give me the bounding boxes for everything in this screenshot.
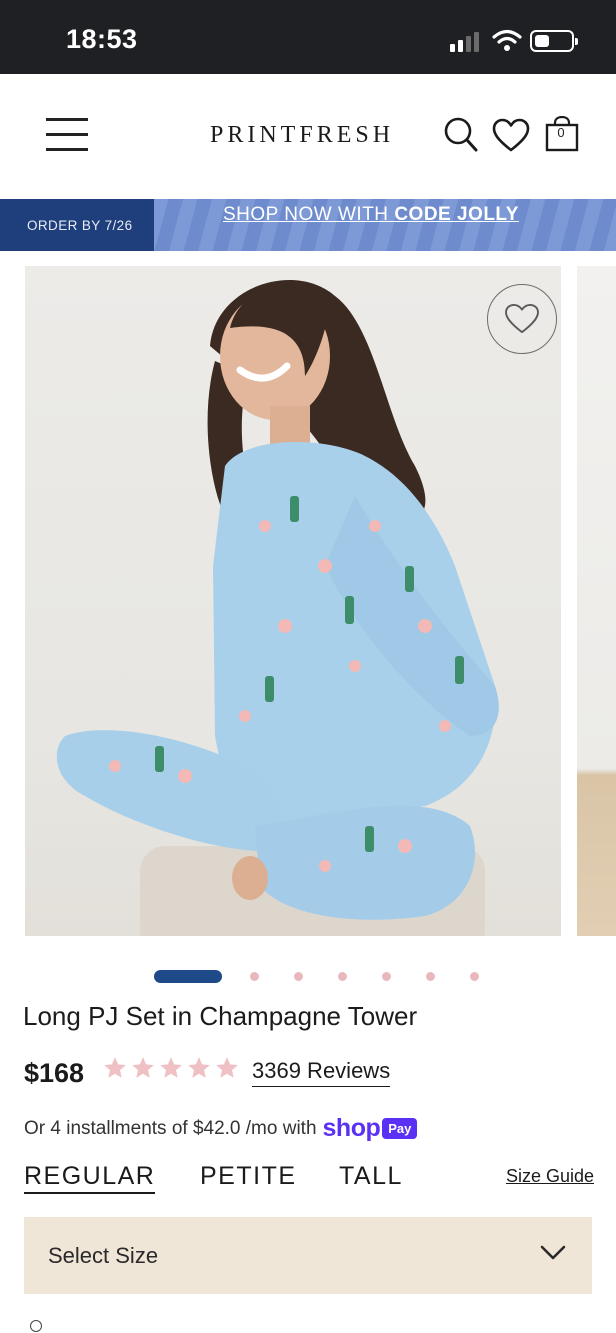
fit-tabs: REGULAR PETITE TALL Size Guide: [24, 1162, 594, 1196]
product-price: $168: [24, 1058, 85, 1088]
star-icon: [104, 1057, 126, 1078]
cart-count: 0: [557, 125, 565, 140]
brand-logo[interactable]: PRINTFRESH: [210, 122, 394, 149]
size-select-dropdown[interactable]: Select Size: [24, 1217, 592, 1294]
tab-regular[interactable]: REGULAR: [24, 1162, 156, 1194]
carousel-dot[interactable]: [382, 972, 391, 981]
wishlist-toggle-button[interactable]: [487, 284, 557, 354]
search-icon[interactable]: [443, 114, 479, 154]
promo-code: CODE JOLLY: [394, 204, 519, 225]
promo-script-decoration: ~ ~: [28, 199, 88, 214]
star-rating[interactable]: [102, 1055, 240, 1083]
tab-tall[interactable]: TALL: [339, 1162, 403, 1191]
size-guide-link[interactable]: Size Guide: [506, 1166, 594, 1187]
carousel-dot[interactable]: [338, 972, 347, 981]
star-icon: [216, 1057, 238, 1078]
carousel-dot[interactable]: [470, 972, 479, 981]
carousel-dot[interactable]: [250, 972, 259, 981]
heart-icon[interactable]: [492, 118, 530, 154]
star-icon: [160, 1057, 182, 1078]
star-icon: [188, 1057, 210, 1078]
heart-outline-icon: [505, 303, 539, 334]
product-title: Long PJ Set in Champagne Tower: [23, 1001, 418, 1031]
installments-text: Or 4 installments of $42.0 /mo with: [24, 1117, 317, 1139]
promo-cta-link[interactable]: SHOP NOW WITH CODE JOLLY: [223, 204, 519, 226]
carousel-dot-active[interactable]: [154, 970, 222, 983]
battery-icon: [530, 30, 578, 52]
hamburger-menu-icon[interactable]: [46, 118, 90, 152]
shopping-bag-icon[interactable]: 0: [545, 115, 579, 152]
status-time: 18:53: [66, 24, 138, 54]
carousel-dot[interactable]: [426, 972, 435, 981]
status-bar: 18:53: [0, 0, 616, 74]
product-image[interactable]: [25, 266, 561, 936]
promo-cta-prefix: SHOP NOW WITH: [223, 204, 395, 225]
chevron-down-icon: [540, 1245, 566, 1260]
promo-right-panel: SHOP NOW WITH CODE JOLLY: [154, 199, 616, 251]
shop-pay-logo[interactable]: shop: [323, 1114, 381, 1143]
size-select-label: Select Size: [48, 1243, 159, 1268]
star-icon: [132, 1057, 154, 1078]
carousel-dot[interactable]: [294, 972, 303, 981]
partial-icon: [30, 1320, 42, 1332]
pay-badge: Pay: [382, 1118, 418, 1139]
product-gallery[interactable]: [0, 266, 616, 936]
wifi-icon: [492, 29, 522, 51]
signal-bars-icon: [450, 30, 482, 52]
promo-left-panel: ~ ~ ORDER BY 7/26: [0, 199, 154, 251]
site-header: PRINTFRESH 0: [0, 74, 616, 198]
next-product-image-peek[interactable]: [577, 266, 616, 936]
model-photo: [56, 280, 499, 936]
reviews-link[interactable]: 3369 Reviews: [252, 1058, 391, 1087]
carousel-dots: [0, 970, 616, 984]
installments-info: Or 4 installments of $42.0 /mo with shop…: [24, 1114, 418, 1143]
promo-banner[interactable]: ~ ~ ORDER BY 7/26 SHOP NOW WITH CODE JOL…: [0, 199, 616, 251]
tab-petite[interactable]: PETITE: [200, 1162, 297, 1191]
promo-order-by: ORDER BY 7/26: [27, 218, 133, 233]
